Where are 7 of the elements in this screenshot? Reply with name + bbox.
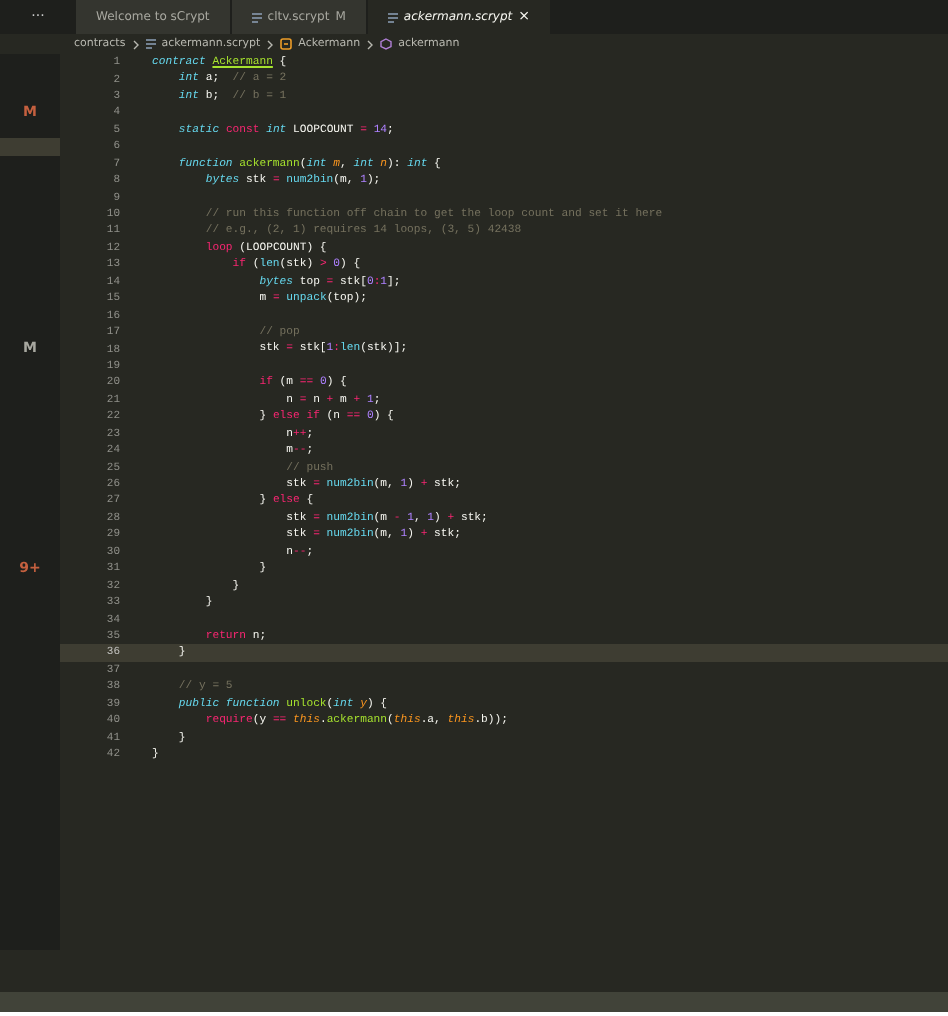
selected-row[interactable]: [0, 138, 60, 156]
chevron-icon: [366, 39, 375, 49]
file-icon: [145, 38, 156, 50]
class-icon: [280, 38, 293, 50]
chevron-icon: [266, 39, 275, 49]
cube-icon: [380, 38, 393, 50]
chevron-icon: [131, 39, 140, 49]
